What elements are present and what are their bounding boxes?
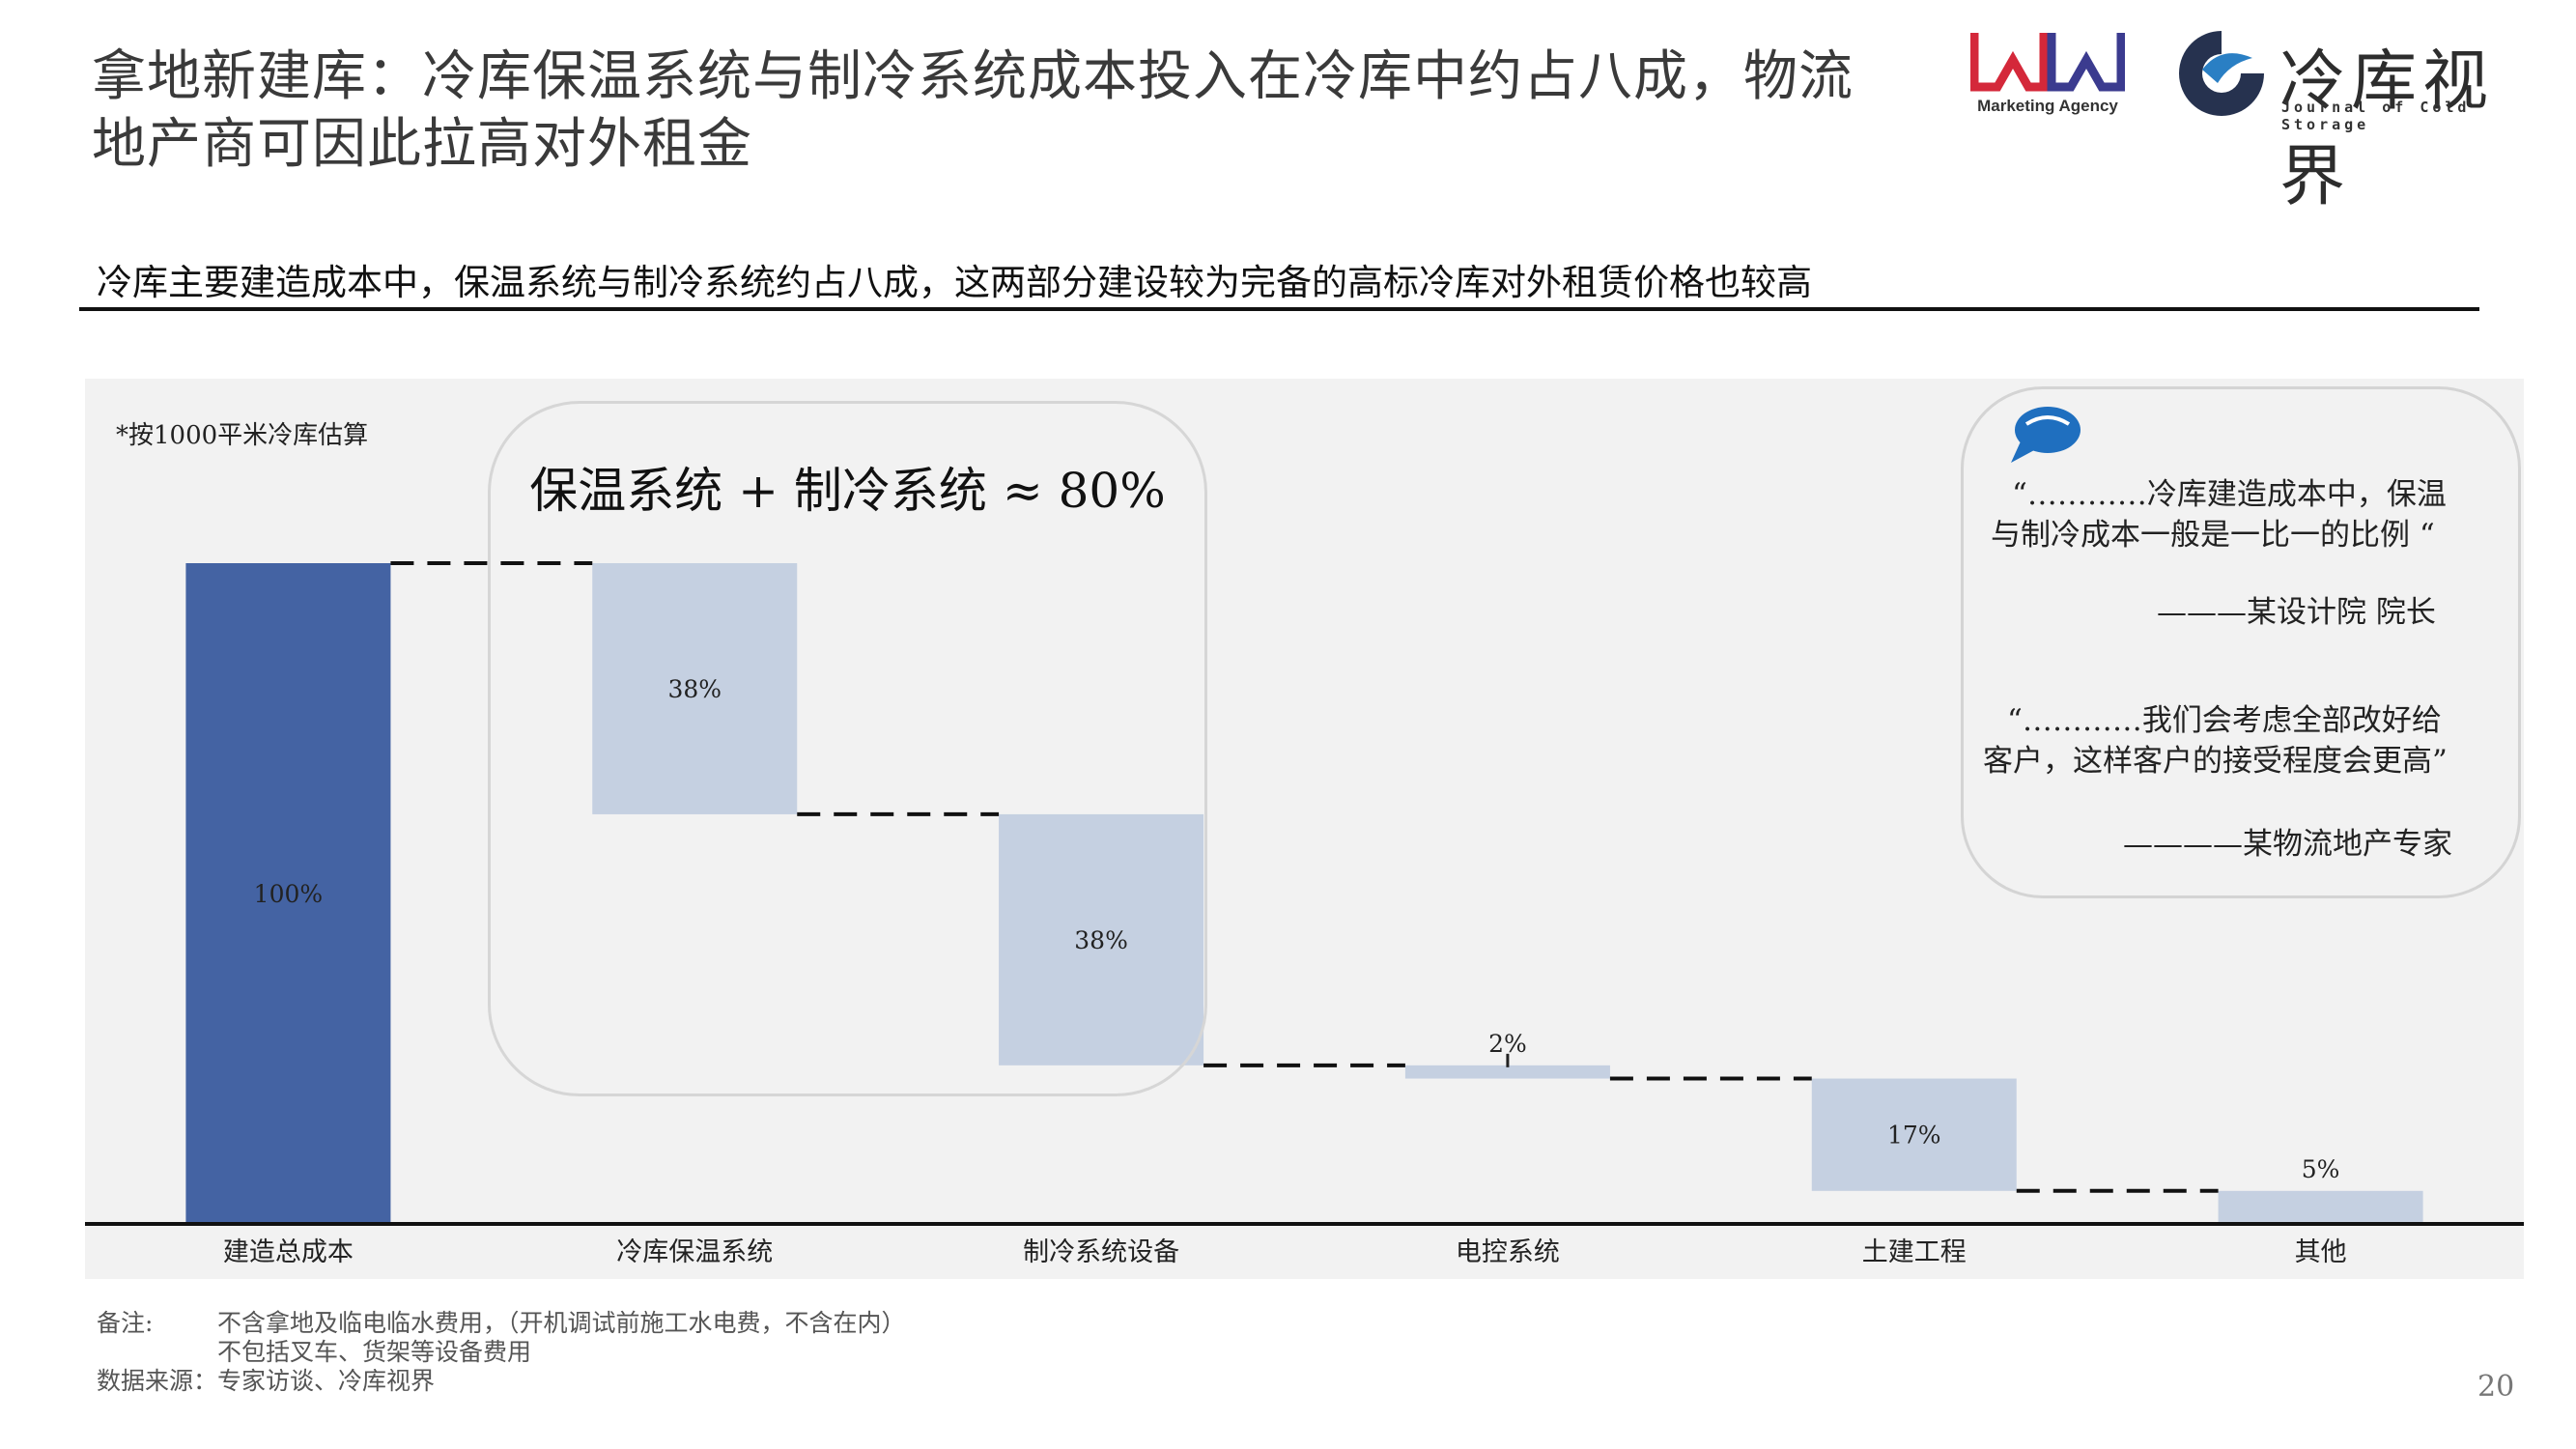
quote-1-line-2: 与制冷成本一般是一比一的比例 “ [1991, 518, 2435, 553]
category-label-0: 建造总成本 [223, 1237, 354, 1267]
quote-2-line-2: 客户，这样客户的接受程度会更高” [1983, 744, 2448, 779]
data-label-3: 2% [1488, 1030, 1527, 1058]
data-label-5: 5% [2302, 1155, 2340, 1183]
quote-2-author: ————某物流地产专家 [2123, 827, 2452, 862]
quote-2-line-1: “…………我们会考虑全部改好给 [2007, 703, 2442, 738]
quote-1-author: ———某设计院 院长 [2157, 595, 2436, 630]
note-label: 备注: [97, 1309, 154, 1337]
data-label-0: 100% [254, 880, 323, 908]
data-label-4: 17% [1887, 1122, 1941, 1150]
chart-estimate-note: *按1000平米冷库估算 [116, 421, 369, 450]
data-source: 数据来源：专家访谈、冷库视界 [97, 1367, 436, 1395]
group-label: 保温系统 + 制冷系统 ≈ 80% [529, 463, 1166, 519]
bar-3 [1404, 1065, 1610, 1079]
speech-bubble-icon [2011, 407, 2081, 463]
page-number: 20 [2477, 1370, 2515, 1404]
group-highlight-box: 保温系统 + 制冷系统 ≈ 80% [488, 401, 1207, 1096]
category-label-3: 电控系统 [1456, 1237, 1560, 1267]
quote-1-line-1: “…………冷库建造成本中，保温 [2012, 477, 2447, 512]
quote-box: “…………冷库建造成本中，保温 与制冷成本一般是一比一的比例 “ ———某设计院… [1961, 386, 2521, 898]
category-label-5: 其他 [2295, 1237, 2347, 1267]
bar-5 [2218, 1190, 2423, 1224]
category-label-1: 冷库保温系统 [616, 1237, 773, 1267]
category-label-2: 制冷系统设备 [1023, 1237, 1179, 1267]
category-label-4: 土建工程 [1862, 1237, 1967, 1267]
